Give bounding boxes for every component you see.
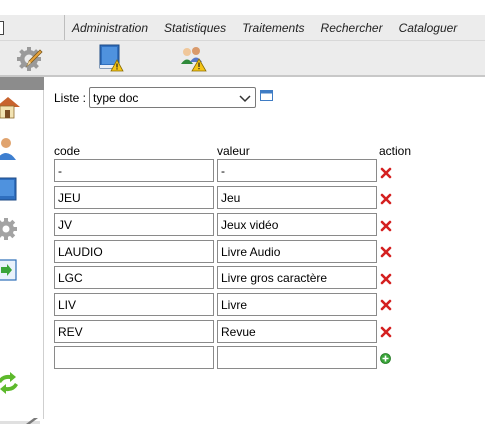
list-select-value: type doc: [93, 91, 139, 105]
main-menu: Administration Statistiques Traitements …: [64, 15, 485, 40]
home-icon[interactable]: [0, 95, 20, 121]
gear-icon[interactable]: [0, 216, 20, 242]
users-warning-icon[interactable]: [179, 44, 207, 72]
list-select[interactable]: type doc: [89, 87, 256, 108]
book-warning-icon[interactable]: [97, 44, 125, 72]
book-icon[interactable]: [0, 176, 20, 202]
delete-icon[interactable]: [380, 193, 392, 205]
chevron-down-icon: [239, 92, 251, 104]
delete-icon[interactable]: [380, 220, 392, 232]
value-input[interactable]: Livre Audio: [217, 240, 377, 263]
sidebar-scroll-hint: [0, 413, 40, 424]
main-panel: Liste : type doc code valeur action - - …: [44, 77, 485, 419]
col-header-action: action: [379, 144, 412, 158]
list-label: Liste :: [54, 91, 87, 105]
col-header-code: code: [54, 144, 81, 158]
code-input[interactable]: REV: [54, 320, 214, 343]
icon-toolbar: [0, 41, 485, 77]
code-input[interactable]: JV: [54, 213, 214, 236]
refresh-icon[interactable]: [0, 370, 20, 396]
left-sidebar: [0, 90, 44, 424]
menu-traitements[interactable]: Traitements: [242, 21, 304, 35]
delete-icon[interactable]: [380, 273, 392, 285]
menu-administration[interactable]: Administration: [72, 21, 148, 35]
menu-rechercher[interactable]: Rechercher: [321, 21, 383, 35]
value-input[interactable]: -: [217, 159, 377, 182]
menu-statistiques[interactable]: Statistiques: [164, 21, 226, 35]
delete-icon[interactable]: [380, 167, 392, 179]
import-icon[interactable]: [0, 256, 20, 282]
user-icon[interactable]: [0, 136, 20, 162]
value-input[interactable]: Jeux vidéo: [217, 213, 377, 236]
add-icon[interactable]: [380, 353, 391, 364]
value-input[interactable]: Livre gros caractère: [217, 266, 377, 289]
code-input[interactable]: LGC: [54, 266, 214, 289]
value-input[interactable]: Livre: [217, 293, 377, 316]
new-value-input[interactable]: [217, 346, 377, 369]
delete-icon[interactable]: [380, 246, 392, 258]
delete-icon[interactable]: [380, 299, 392, 311]
code-input[interactable]: LIV: [54, 293, 214, 316]
settings-pencil-icon[interactable]: [16, 44, 44, 72]
new-code-input[interactable]: [54, 346, 214, 369]
col-header-value: valeur: [217, 144, 250, 158]
window-icon[interactable]: [260, 90, 274, 102]
sidebar-header: [0, 77, 44, 90]
menu-cataloguer[interactable]: Cataloguer: [399, 21, 458, 35]
top-menu-bar: Administration Statistiques Traitements …: [0, 15, 485, 41]
code-input[interactable]: JEU: [54, 186, 214, 209]
code-input[interactable]: LAUDIO: [54, 240, 214, 263]
delete-icon[interactable]: [380, 326, 392, 338]
window-stub: [0, 21, 4, 35]
value-input[interactable]: Jeu: [217, 186, 377, 209]
code-input[interactable]: -: [54, 159, 214, 182]
value-input[interactable]: Revue: [217, 320, 377, 343]
